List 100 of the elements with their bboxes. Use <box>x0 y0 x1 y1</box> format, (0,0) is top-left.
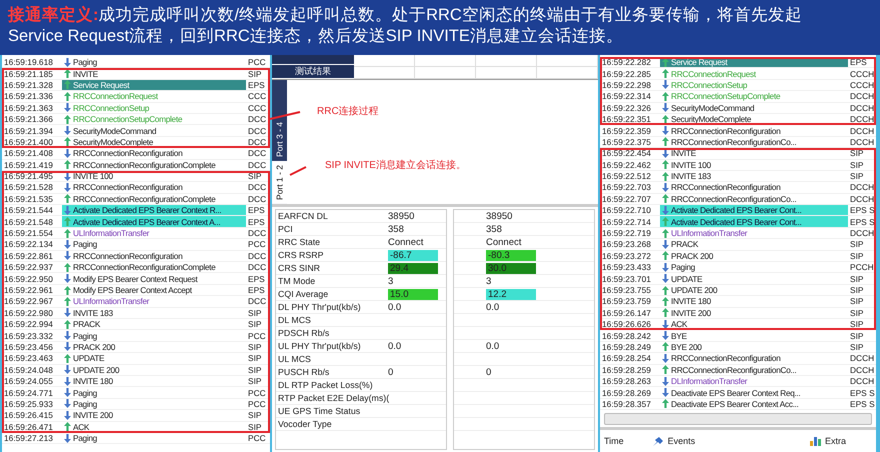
channel-cell-text: SIP <box>247 171 262 182</box>
event-name: INVITE 100 <box>671 160 711 170</box>
channel-cell-text: DCCH <box>849 114 876 124</box>
time-cell-text: 16:59:22.714 <box>601 216 652 227</box>
event-name: RRCConnectionReconfiguration <box>671 126 780 136</box>
metric-label: Vocoder Type <box>277 419 333 429</box>
time-cell-text: 16:59:21.328 <box>3 80 54 90</box>
time-cell-text: 16:59:21.408 <box>3 148 54 158</box>
channel-cell-text: DCCH <box>849 364 876 375</box>
metric-value: 0.0 <box>388 302 402 312</box>
time-cell-text: 16:59:28.357 <box>601 398 652 409</box>
time-cell-text: 16:59:23.701 <box>601 274 652 284</box>
column-header[interactable]: Time <box>604 436 624 446</box>
event-name: Activate Dedicated EPS Bearer Context R... <box>73 205 222 216</box>
time-cell-text: 16:59:22.719 <box>601 228 652 238</box>
row-highlight[interactable]: Activate Dedicated EPS Bearer Cont... <box>660 205 848 216</box>
row-highlight[interactable]: Service Request <box>62 80 246 90</box>
horizontal-scrollbar[interactable] <box>604 413 872 425</box>
metric-label: PDSCH Rb/s <box>277 328 330 338</box>
channel-cell-text: SIP <box>247 376 262 386</box>
row-highlight[interactable]: Activate Dedicated EPS Bearer Context R... <box>62 205 246 216</box>
banner-text: 接通率定义:成功完成呼叫次数/终端发起呼叫总数。处于RRC空闲态的终端由于有业务要传输，将首先发起 <box>8 5 803 26</box>
event-name: Paging <box>73 388 97 398</box>
channel-cell-text: EPS <box>849 57 868 68</box>
event-name: RRCConnectionReconfigurationComplete <box>73 262 216 272</box>
column-header[interactable]: Extra <box>824 436 846 446</box>
time-cell-text: 16:59:28.263 <box>601 376 652 386</box>
channel-cell-text: SIP <box>247 342 262 352</box>
metric-label: TM Mode <box>277 276 316 286</box>
channel-cell-text: DCC <box>247 262 268 272</box>
time-cell-text: 16:59:24.048 <box>3 364 54 375</box>
channel-cell-text: DCCH <box>849 91 876 102</box>
channel-cell-text: PCC <box>247 330 267 341</box>
time-cell-text: 16:59:22.861 <box>3 250 54 261</box>
channel-cell-text: DCC <box>247 114 268 124</box>
channel-cell-text: CCC <box>247 91 268 102</box>
event-name: RRCConnectionReconfiguration <box>73 148 182 158</box>
table-cell <box>415 67 476 79</box>
channel-cell-text: SIP <box>849 319 864 330</box>
row-highlight[interactable]: Activate Dedicated EPS Bearer Cont... <box>660 216 848 227</box>
time-cell-text: 16:59:22.454 <box>601 148 652 158</box>
metric-value: 29.4 <box>388 262 438 274</box>
annotation-text: SIP INVITE消息建立会话连接。 <box>324 158 467 172</box>
event-name: RRCConnectionSetup <box>73 102 150 113</box>
channel-cell-text: DCC <box>247 194 268 204</box>
event-name: RRCConnectionReconfiguration <box>671 353 780 364</box>
event-name: Activate Dedicated EPS Bearer Cont... <box>671 216 802 227</box>
column-header[interactable]: Events <box>668 436 696 446</box>
time-cell-text: 16:59:27.213 <box>3 433 54 444</box>
channel-cell-text: DCCH <box>849 194 876 204</box>
event-name: RRCConnectionReconfigurationCo... <box>671 136 796 147</box>
channel-cell-text: SIP <box>849 308 864 318</box>
time-cell-text: 16:59:26.471 <box>3 422 54 432</box>
event-name: Activate Dedicated EPS Bearer Context A... <box>73 216 220 227</box>
event-name: PRACK <box>671 239 698 250</box>
metric-value: 15.0 <box>388 288 438 300</box>
time-cell-text: 16:59:22.351 <box>601 114 652 124</box>
channel-cell-text: PCC <box>247 57 267 68</box>
channel-cell-text: EPS S <box>849 388 876 398</box>
event-name: UPDATE 200 <box>73 364 120 375</box>
time-cell-text: 16:59:22.359 <box>601 126 652 136</box>
channel-cell-text: EPS S <box>849 205 876 216</box>
time-cell-text: 16:59:22.134 <box>3 239 54 250</box>
event-name: INVITE 180 <box>671 296 711 306</box>
event-name: PRACK 200 <box>671 250 714 261</box>
channel-cell-text: SIP <box>247 410 262 420</box>
time-cell-text: 16:59:21.419 <box>3 160 54 170</box>
channel-cell-text: DCCH <box>849 102 876 113</box>
time-cell-text: 16:59:22.282 <box>601 57 652 68</box>
time-cell-text: 16:59:23.433 <box>601 262 652 272</box>
event-name: ACK <box>73 422 90 432</box>
event-name: BYE 200 <box>671 342 702 352</box>
channel-cell-text: PCCH <box>849 262 875 272</box>
row-highlight[interactable]: Activate Dedicated EPS Bearer Context A... <box>62 216 246 227</box>
channel-cell-text: PCC <box>247 433 267 444</box>
event-name: Deactivate EPS Bearer Context Req... <box>671 388 800 398</box>
table-cell <box>415 55 476 67</box>
channel-cell-text: CCCH <box>849 68 876 79</box>
metric-value: 0.0 <box>486 302 500 312</box>
event-name: RRCConnectionReconfiguration <box>671 182 780 192</box>
channel-cell-text: PCC <box>247 398 267 409</box>
event-name: Service Request <box>73 80 130 90</box>
channel-cell-text: DCCH <box>849 228 876 238</box>
event-name: Modify EPS Bearer Context Accept <box>73 285 192 295</box>
event-name: SecurityModeComplete <box>671 114 752 124</box>
metric-label: CQI Average <box>277 289 330 299</box>
metric-label: UL MCS <box>277 354 312 364</box>
time-cell-text: 16:59:24.055 <box>3 376 54 386</box>
metric-value: 0 <box>388 366 394 378</box>
time-cell-text: 16:59:23.755 <box>601 285 652 295</box>
event-name: INVITE <box>73 68 98 79</box>
port-tab[interactable]: Port 1 - 2 <box>272 161 287 204</box>
event-name: UPDATE <box>671 274 702 284</box>
event-name: INVITE 100 <box>73 171 113 182</box>
event-name: INVITE 200 <box>73 410 113 420</box>
event-name: Paging <box>73 433 97 444</box>
row-highlight[interactable]: Service Request <box>660 57 848 68</box>
channel-cell-text: DCC <box>247 160 268 170</box>
metric-label: UE GPS Time Status <box>277 406 362 416</box>
time-cell-text: 16:59:21.363 <box>3 102 54 113</box>
